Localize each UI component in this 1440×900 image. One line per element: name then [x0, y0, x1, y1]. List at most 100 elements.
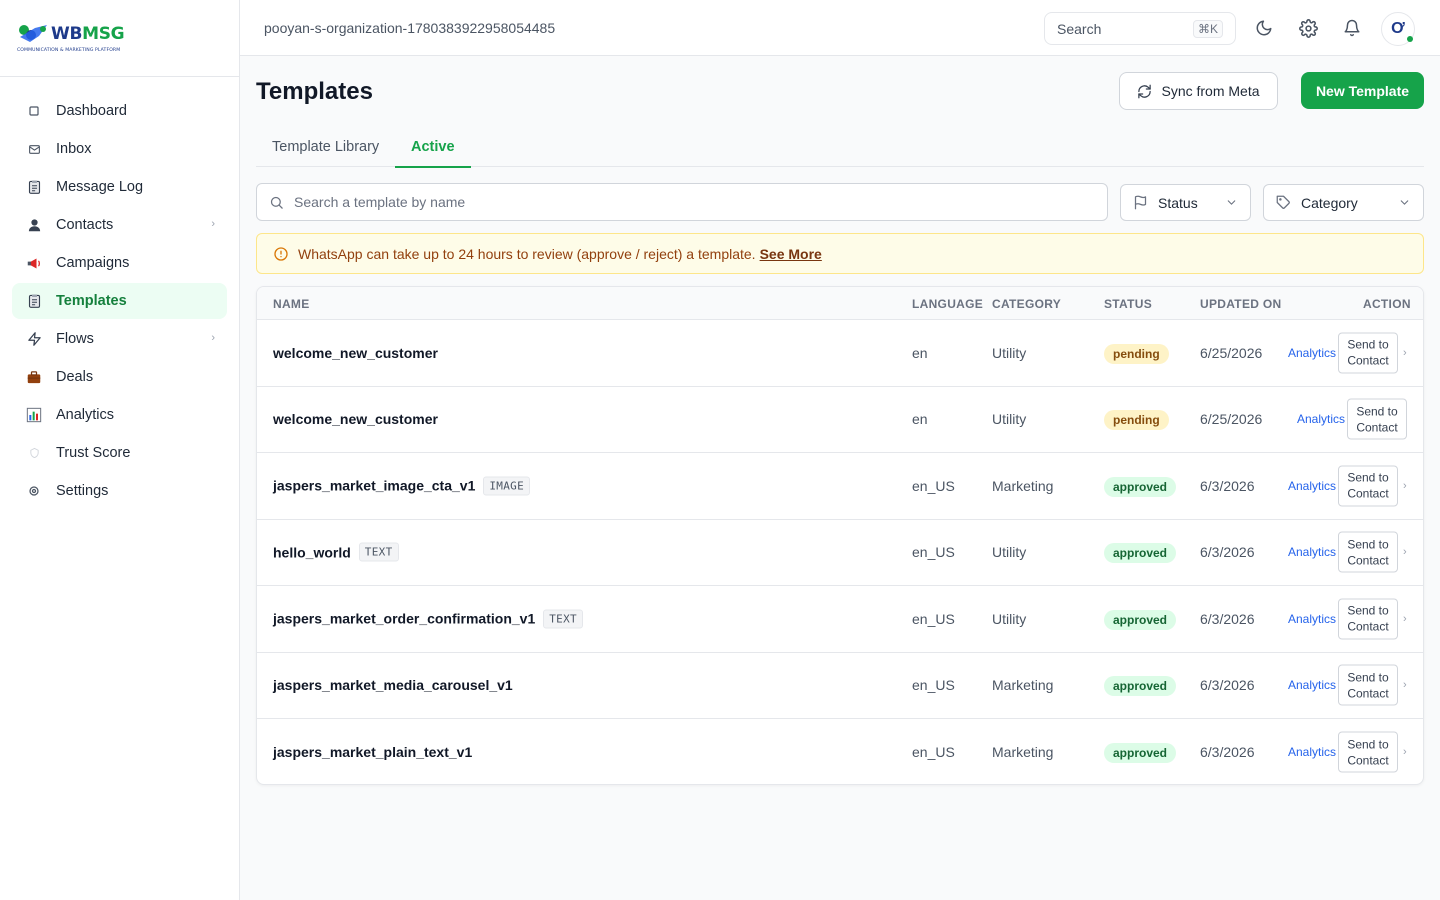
- sidebar-item-label: Templates: [56, 293, 127, 309]
- analytics-link[interactable]: Analytics: [1288, 612, 1336, 626]
- chevron-right-icon[interactable]: ›: [1403, 347, 1407, 359]
- analytics-link[interactable]: Analytics: [1297, 412, 1345, 426]
- status-badge: approved: [1104, 676, 1177, 697]
- template-name: jaspers_market_order_confirmation_v1: [273, 610, 536, 627]
- send-to-contact-button[interactable]: Send to Contact: [1338, 664, 1398, 706]
- template-name-cell: welcome_new_customer: [273, 345, 438, 361]
- analytics-link[interactable]: Analytics: [1288, 745, 1336, 759]
- sidebar-item-label: Deals: [56, 369, 94, 385]
- sidebar-item-message-log[interactable]: Message Log: [12, 169, 227, 205]
- tab-active[interactable]: Active: [395, 139, 471, 168]
- organization-name[interactable]: pooyan-s-organization-178038392295805448…: [264, 20, 555, 36]
- see-more-link[interactable]: See More: [760, 246, 822, 262]
- chevron-right-icon[interactable]: ›: [1403, 679, 1407, 691]
- sidebar-item-settings[interactable]: Settings: [12, 473, 227, 509]
- sidebar-item-inbox[interactable]: Inbox: [12, 131, 227, 167]
- status-badge: approved: [1104, 743, 1177, 764]
- lightning-icon: [26, 331, 42, 347]
- send-button-line1: Send to: [1347, 737, 1389, 752]
- search-shortcut-badge: ⌘K: [1192, 19, 1223, 38]
- table-row[interactable]: jaspers_market_order_confirmation_v1 TEXT…: [257, 586, 1423, 653]
- tab-template-library[interactable]: Template Library: [256, 139, 395, 167]
- moon-icon[interactable]: [1253, 17, 1275, 39]
- send-to-contact-button[interactable]: Send to Contact: [1338, 332, 1398, 374]
- chevron-down-icon: [1227, 200, 1236, 205]
- logo-text: WBMSG: [51, 24, 125, 44]
- chevron-right-icon: ›: [211, 218, 215, 230]
- table-row[interactable]: welcome_new_customer en Utility pending 6/25…: [257, 320, 1423, 387]
- analytics-link[interactable]: Analytics: [1288, 346, 1336, 360]
- chevron-right-icon[interactable]: ›: [1403, 613, 1407, 625]
- send-to-contact-button[interactable]: Send to Contact: [1338, 531, 1398, 573]
- global-search-placeholder: Search: [1057, 20, 1102, 37]
- analytics-link[interactable]: Analytics: [1288, 678, 1336, 692]
- send-button-line1: Send to: [1347, 670, 1389, 685]
- table-row[interactable]: jaspers_market_media_carousel_v1 en_US Mar…: [257, 653, 1423, 719]
- sidebar-item-label: Settings: [56, 483, 109, 499]
- status-badge-cell: approved: [1104, 543, 1177, 564]
- templates-table: NAME LANGUAGE CATEGORY STATUS UPDATED ON…: [256, 286, 1424, 785]
- send-button-line2: Contact: [1347, 619, 1389, 634]
- send-to-contact-button[interactable]: Send to Contact: [1338, 598, 1398, 640]
- send-to-contact-cell: Send to Contact: [1347, 398, 1407, 440]
- logo-row: WBMSG: [17, 22, 239, 46]
- sidebar: WBMSG COMMUNICATION & MARKETING PLATFORM…: [0, 0, 240, 900]
- bar-chart-icon: [26, 407, 42, 423]
- table-row[interactable]: hello_world TEXT en_US Utility approved 6/3/2…: [257, 520, 1423, 586]
- gear-icon[interactable]: [1297, 17, 1319, 39]
- logo[interactable]: WBMSG COMMUNICATION & MARKETING PLATFORM: [0, 0, 239, 77]
- sidebar-item-flows[interactable]: Flows ›: [12, 321, 227, 357]
- chevron-right-icon[interactable]: ›: [1403, 746, 1407, 758]
- template-updated-on: 6/3/2026: [1200, 544, 1255, 561]
- send-button-line2: Contact: [1347, 486, 1389, 501]
- send-to-contact-button[interactable]: Send to Contact: [1338, 731, 1398, 773]
- avatar[interactable]: Ơ: [1381, 12, 1415, 46]
- shield-icon: [26, 445, 42, 461]
- send-button-line1: Send to: [1356, 404, 1398, 419]
- sync-from-meta-button[interactable]: Sync from Meta: [1119, 72, 1278, 110]
- chevron-right-icon: ›: [211, 332, 215, 344]
- template-category: Utility: [992, 411, 1027, 428]
- clipboard-icon: [26, 293, 42, 309]
- send-button-line2: Contact: [1347, 686, 1389, 701]
- global-search-input[interactable]: Search ⌘K: [1044, 12, 1236, 45]
- table-row[interactable]: welcome_new_customer en Utility pending 6/25…: [257, 387, 1423, 453]
- category-filter-dropdown[interactable]: Category: [1263, 184, 1424, 221]
- sidebar-item-templates[interactable]: Templates: [12, 283, 227, 319]
- person-icon: [26, 217, 42, 233]
- sidebar-item-label: Analytics: [56, 407, 115, 423]
- chevron-right-icon[interactable]: ›: [1403, 480, 1407, 492]
- table-row[interactable]: jaspers_market_plain_text_v1 en_US Marketi…: [257, 719, 1423, 784]
- square-icon: [26, 103, 42, 119]
- sidebar-item-deals[interactable]: Deals: [12, 359, 227, 395]
- column-header-status: STATUS: [1104, 297, 1153, 311]
- new-template-button[interactable]: New Template: [1301, 72, 1424, 109]
- status-badge-cell: pending: [1104, 343, 1169, 364]
- template-category: Marketing: [992, 677, 1054, 694]
- template-name: jaspers_market_plain_text_v1: [273, 744, 473, 761]
- bell-icon[interactable]: [1341, 17, 1363, 39]
- send-to-contact-button[interactable]: Send to Contact: [1338, 465, 1398, 507]
- template-search-input[interactable]: Search a template by name: [256, 183, 1108, 221]
- status-badge: approved: [1104, 609, 1177, 630]
- category-filter-label: Category: [1301, 194, 1358, 211]
- table-row[interactable]: jaspers_market_image_cta_v1 IMAGE en_US Mar…: [257, 453, 1423, 520]
- notice-text: WhatsApp can take up to 24 hours to revi…: [298, 245, 756, 262]
- template-search-placeholder: Search a template by name: [294, 194, 466, 210]
- chevron-right-icon[interactable]: ›: [1403, 546, 1407, 558]
- template-name-cell: jaspers_market_image_cta_v1 IMAGE: [273, 476, 530, 496]
- sidebar-item-trust-score[interactable]: Trust Score: [12, 435, 227, 471]
- analytics-link[interactable]: Analytics: [1288, 479, 1336, 493]
- avatar-initial: Ơ: [1391, 20, 1405, 37]
- template-name-cell: jaspers_market_plain_text_v1: [273, 744, 472, 760]
- analytics-link[interactable]: Analytics: [1288, 545, 1336, 559]
- sidebar-item-contacts[interactable]: Contacts ›: [12, 207, 227, 243]
- sidebar-item-analytics[interactable]: Analytics: [12, 397, 227, 433]
- sidebar-item-campaigns[interactable]: Campaigns: [12, 245, 227, 281]
- sidebar-item-dashboard[interactable]: Dashboard: [12, 93, 227, 129]
- status-filter-dropdown[interactable]: Status: [1120, 184, 1251, 221]
- sidebar-item-label: Contacts: [56, 217, 114, 233]
- online-status-dot: [1407, 36, 1413, 42]
- sidebar-item-label: Dashboard: [56, 103, 127, 119]
- send-to-contact-button[interactable]: Send to Contact: [1347, 398, 1407, 440]
